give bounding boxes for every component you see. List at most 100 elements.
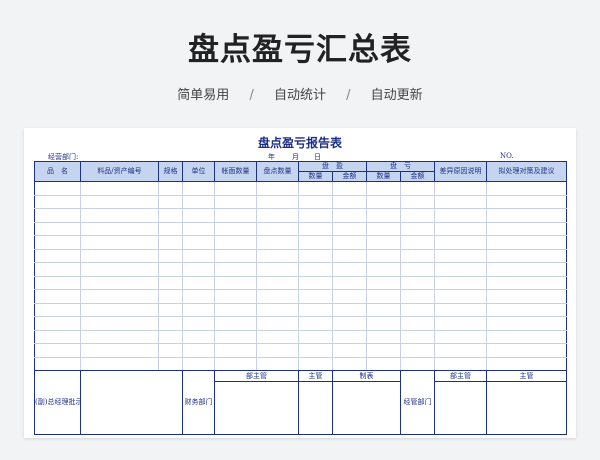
table-cell[interactable] (214, 262, 257, 277)
table-cell[interactable] (214, 343, 257, 358)
table-cell[interactable] (332, 194, 367, 209)
gm-approval-box[interactable] (80, 370, 183, 435)
table-cell[interactable] (34, 275, 81, 290)
table-cell[interactable] (298, 329, 333, 344)
table-cell[interactable] (256, 329, 299, 344)
table-cell[interactable] (158, 302, 183, 317)
table-cell[interactable] (332, 221, 367, 236)
table-cell[interactable] (182, 235, 215, 250)
table-cell[interactable] (158, 262, 183, 277)
table-cell[interactable] (34, 289, 81, 304)
table-cell[interactable] (366, 248, 401, 263)
table-cell[interactable] (332, 343, 367, 358)
table-cell[interactable] (400, 302, 435, 317)
table-cell[interactable] (80, 248, 159, 263)
table-cell[interactable] (182, 248, 215, 263)
table-cell[interactable] (256, 275, 299, 290)
table-cell[interactable] (34, 262, 81, 277)
table-cell[interactable] (366, 262, 401, 277)
table-cell[interactable] (332, 262, 367, 277)
table-cell[interactable] (298, 275, 333, 290)
table-cell[interactable] (400, 343, 435, 358)
table-cell[interactable] (332, 289, 367, 304)
preparer-sign-box[interactable] (332, 381, 401, 435)
table-cell[interactable] (182, 329, 215, 344)
table-cell[interactable] (298, 262, 333, 277)
table-cell[interactable] (256, 356, 299, 371)
table-cell[interactable] (256, 194, 299, 209)
table-cell[interactable] (400, 329, 435, 344)
table-cell[interactable] (214, 302, 257, 317)
dept-head-sign-box[interactable] (434, 381, 487, 435)
table-cell[interactable] (158, 356, 183, 371)
table-cell[interactable] (486, 329, 567, 344)
table-cell[interactable] (434, 194, 487, 209)
table-cell[interactable] (34, 343, 81, 358)
table-cell[interactable] (434, 302, 487, 317)
table-cell[interactable] (256, 235, 299, 250)
table-cell[interactable] (34, 329, 81, 344)
table-cell[interactable] (366, 194, 401, 209)
table-cell[interactable] (434, 208, 487, 223)
table-cell[interactable] (214, 221, 257, 236)
table-cell[interactable] (158, 275, 183, 290)
table-cell[interactable] (256, 262, 299, 277)
table-cell[interactable] (34, 221, 81, 236)
table-cell[interactable] (182, 275, 215, 290)
table-cell[interactable] (332, 329, 367, 344)
table-cell[interactable] (400, 316, 435, 331)
table-cell[interactable] (400, 194, 435, 209)
table-cell[interactable] (256, 302, 299, 317)
table-cell[interactable] (214, 289, 257, 304)
supervisor-sign-box[interactable] (298, 381, 333, 435)
table-cell[interactable] (34, 208, 81, 223)
table-cell[interactable] (298, 343, 333, 358)
table-cell[interactable] (298, 181, 333, 196)
table-cell[interactable] (486, 235, 567, 250)
table-cell[interactable] (34, 248, 81, 263)
table-cell[interactable] (434, 221, 487, 236)
table-cell[interactable] (400, 275, 435, 290)
table-cell[interactable] (298, 235, 333, 250)
table-cell[interactable] (80, 302, 159, 317)
table-cell[interactable] (80, 262, 159, 277)
table-cell[interactable] (434, 235, 487, 250)
table-cell[interactable] (80, 343, 159, 358)
table-cell[interactable] (400, 356, 435, 371)
table-cell[interactable] (158, 329, 183, 344)
table-cell[interactable] (366, 356, 401, 371)
table-cell[interactable] (182, 181, 215, 196)
table-cell[interactable] (434, 316, 487, 331)
table-cell[interactable] (158, 208, 183, 223)
table-cell[interactable] (486, 221, 567, 236)
table-cell[interactable] (34, 356, 81, 371)
table-cell[interactable] (214, 194, 257, 209)
table-cell[interactable] (34, 316, 81, 331)
table-cell[interactable] (214, 235, 257, 250)
table-cell[interactable] (366, 316, 401, 331)
table-cell[interactable] (332, 302, 367, 317)
table-cell[interactable] (486, 275, 567, 290)
table-cell[interactable] (332, 235, 367, 250)
table-cell[interactable] (486, 356, 567, 371)
table-cell[interactable] (182, 194, 215, 209)
table-cell[interactable] (182, 221, 215, 236)
table-cell[interactable] (182, 208, 215, 223)
table-cell[interactable] (256, 343, 299, 358)
table-cell[interactable] (214, 181, 257, 196)
table-cell[interactable] (366, 181, 401, 196)
table-cell[interactable] (80, 221, 159, 236)
table-cell[interactable] (298, 289, 333, 304)
table-cell[interactable] (182, 356, 215, 371)
table-cell[interactable] (182, 302, 215, 317)
dept-head-sign-box[interactable] (214, 381, 299, 435)
table-cell[interactable] (158, 194, 183, 209)
table-cell[interactable] (434, 262, 487, 277)
table-cell[interactable] (366, 235, 401, 250)
table-cell[interactable] (332, 275, 367, 290)
table-cell[interactable] (214, 356, 257, 371)
table-cell[interactable] (434, 343, 487, 358)
table-cell[interactable] (34, 181, 81, 196)
table-cell[interactable] (158, 316, 183, 331)
table-cell[interactable] (434, 248, 487, 263)
